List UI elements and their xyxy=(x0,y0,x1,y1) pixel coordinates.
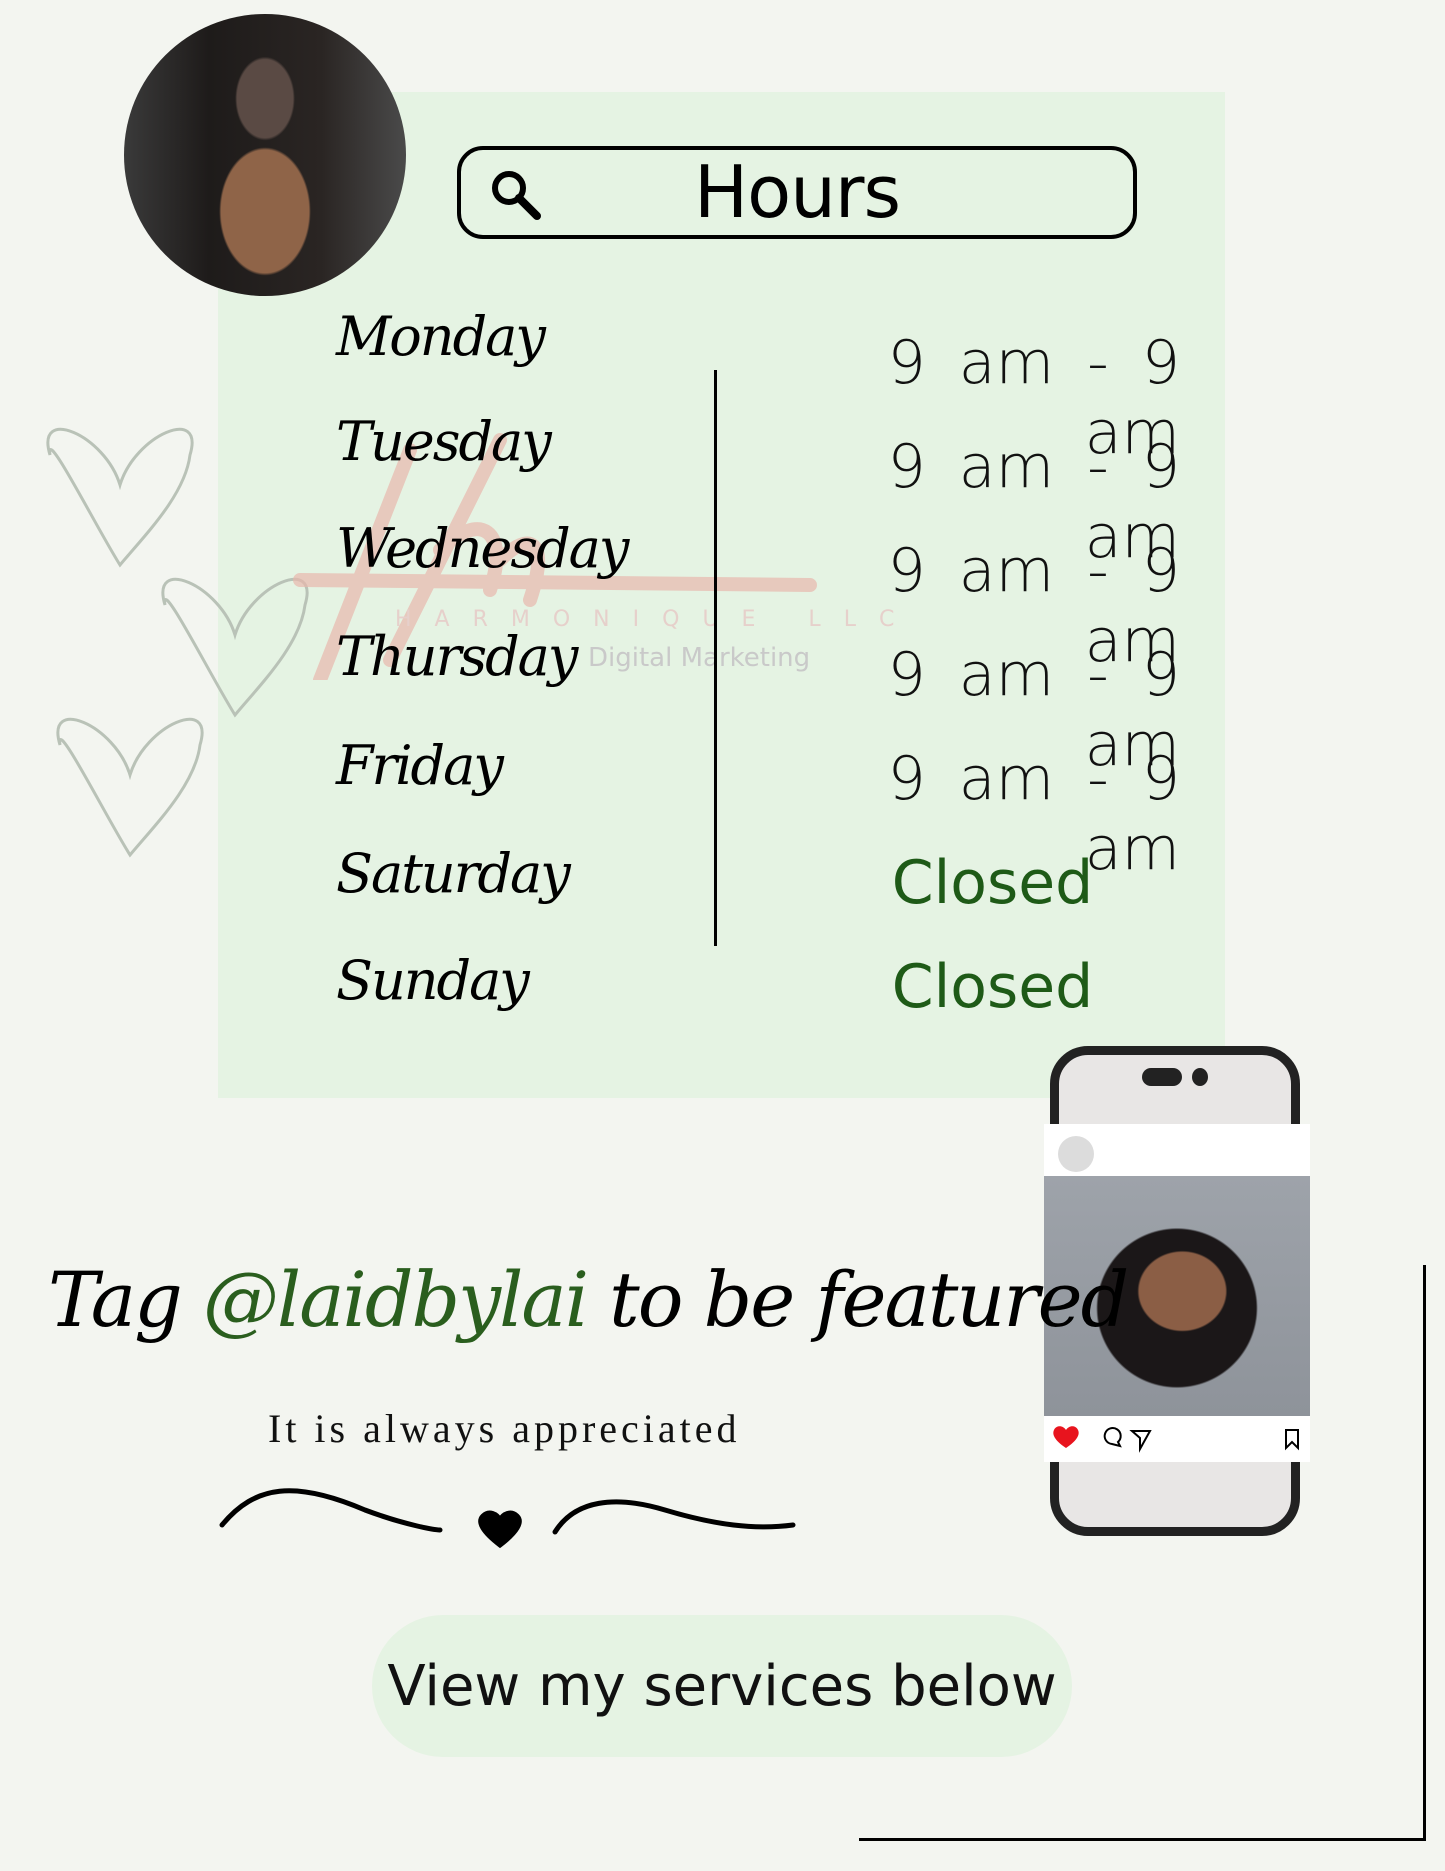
post-actions xyxy=(1053,1426,1299,1453)
hours-saturday: Closed xyxy=(891,848,1094,918)
hours-title: Hours xyxy=(694,150,901,234)
heart-outline-icon xyxy=(46,427,194,568)
phone-notch xyxy=(1142,1068,1182,1086)
column-divider xyxy=(714,370,717,946)
tag-prefix: Tag xyxy=(48,1255,203,1344)
comment-icon xyxy=(1103,1427,1122,1448)
day-saturday: Saturday xyxy=(336,842,571,905)
tag-suffix: to be featured xyxy=(587,1255,1129,1344)
day-wednesday: Wednesday xyxy=(336,517,629,580)
profile-avatar xyxy=(124,14,406,296)
bookmark-icon xyxy=(1285,1429,1299,1451)
hours-sunday: Closed xyxy=(891,952,1094,1022)
view-services-button[interactable]: View my services below xyxy=(372,1615,1072,1757)
hours-search-bar[interactable]: Hours xyxy=(457,146,1137,239)
day-sunday: Sunday xyxy=(336,949,530,1012)
heart-outline-icon xyxy=(161,577,309,718)
tag-callout: Tag @laidbylai to be featured xyxy=(48,1255,1129,1344)
heart-like-icon xyxy=(1053,1426,1079,1448)
frame-line-right xyxy=(1423,1265,1426,1840)
share-icon xyxy=(1129,1430,1152,1453)
instagram-handle[interactable]: @laidbylai xyxy=(203,1255,589,1344)
frame-line-bottom xyxy=(859,1838,1426,1841)
day-friday: Friday xyxy=(336,734,504,797)
heart-outline-icon xyxy=(56,717,204,858)
hearts-decoration xyxy=(46,427,309,858)
day-monday: Monday xyxy=(336,305,546,368)
appreciated-text: It is always appreciated xyxy=(268,1406,741,1451)
day-thursday: Thursday xyxy=(336,625,578,688)
phone-camera xyxy=(1192,1068,1208,1086)
swirl-heart-divider xyxy=(219,1488,796,1549)
heart-icon xyxy=(478,1510,522,1549)
post-avatar xyxy=(1058,1136,1094,1172)
watermark-subtitle: Digital Marketing xyxy=(588,643,811,673)
day-tuesday: Tuesday xyxy=(336,410,552,473)
